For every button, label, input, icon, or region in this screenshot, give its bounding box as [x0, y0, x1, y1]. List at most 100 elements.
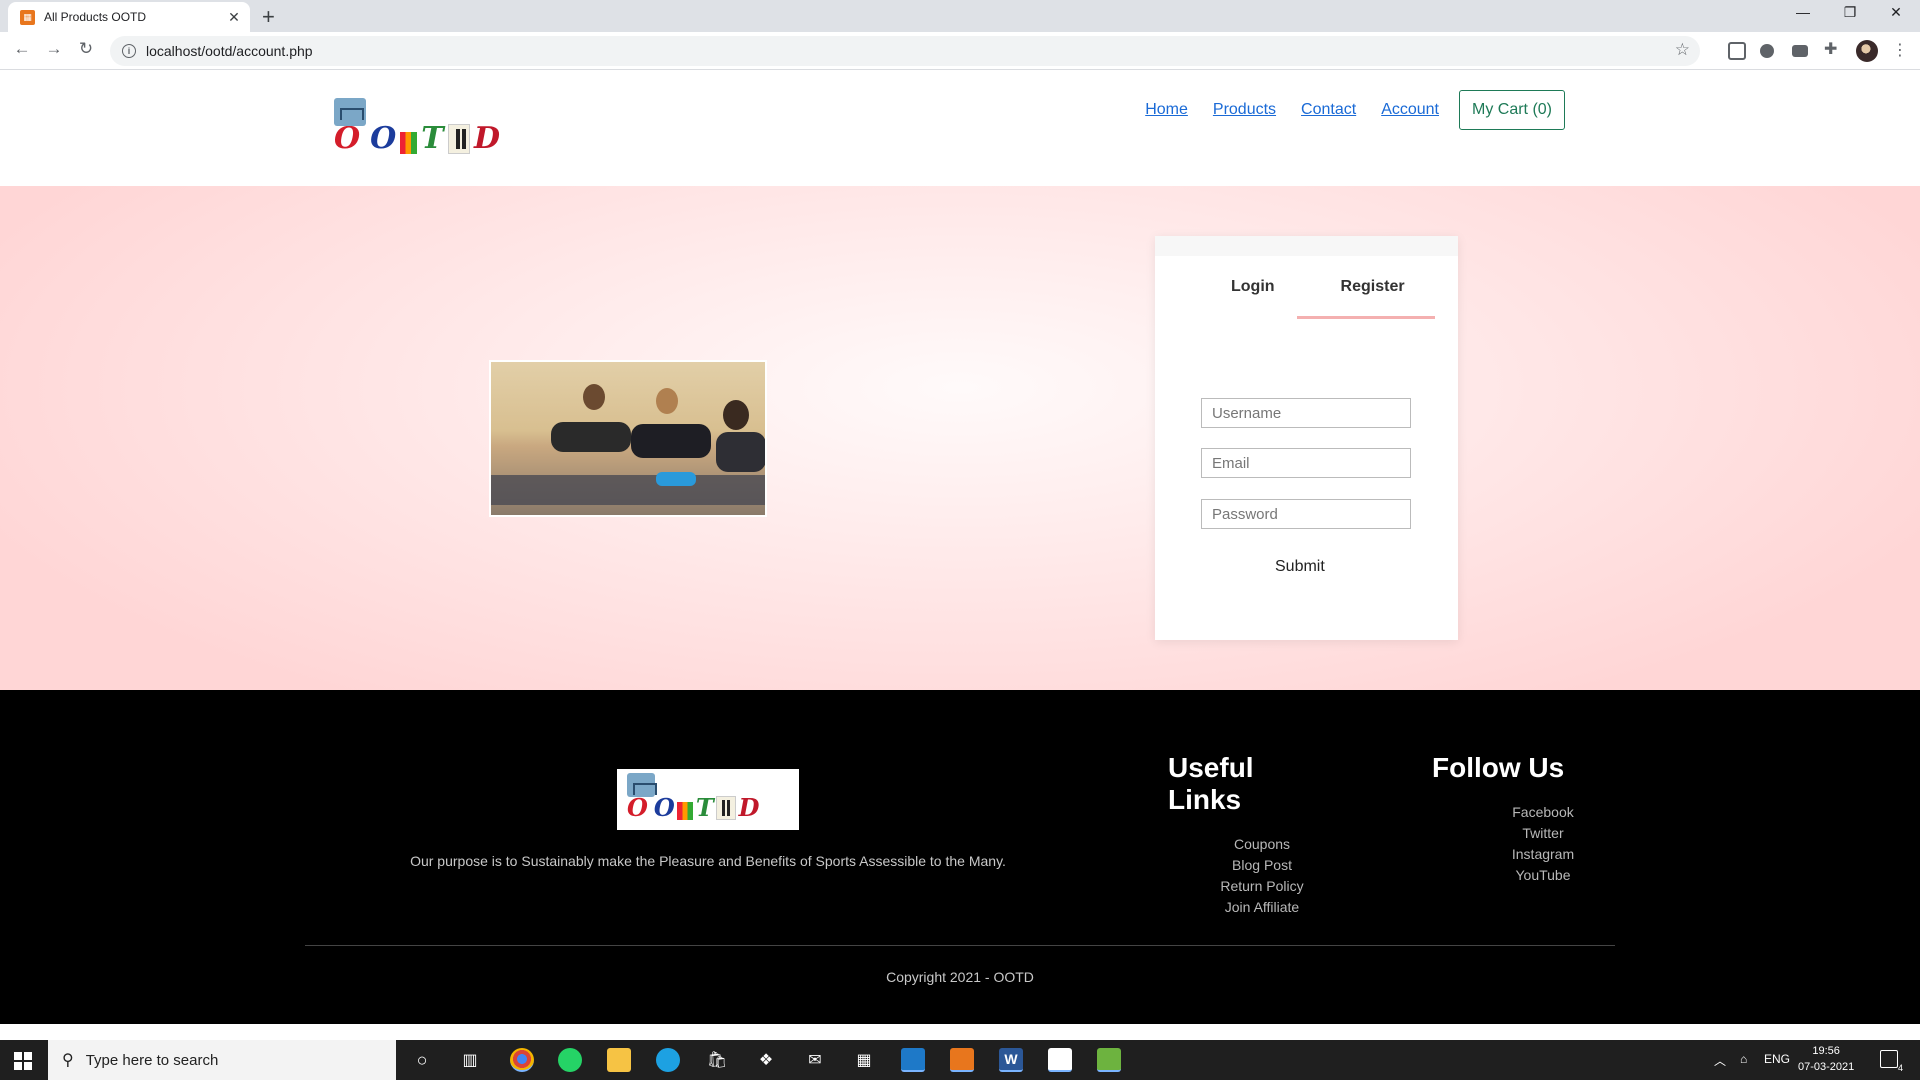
- address-bar[interactable]: i localhost/ootd/account.php ☆: [110, 36, 1700, 66]
- notepad-icon[interactable]: [1097, 1048, 1121, 1072]
- reload-button[interactable]: ↻: [74, 39, 98, 59]
- copyright-text: Copyright 2021 - OOTD: [886, 969, 1034, 985]
- extension-circle-icon[interactable]: [1760, 44, 1774, 58]
- xampp-icon[interactable]: [950, 1048, 974, 1072]
- my-cart-button[interactable]: My Cart (0): [1459, 90, 1565, 130]
- pants-icon: [715, 796, 736, 820]
- task-view-icon[interactable]: ▥: [458, 1048, 482, 1072]
- nav-account-link[interactable]: Account: [1381, 101, 1439, 119]
- clothes-icon: [676, 802, 693, 820]
- browser-menu-icon[interactable]: ⋮: [1892, 40, 1908, 60]
- hanger-icon: [334, 98, 366, 126]
- footer-logo[interactable]: O O T D: [617, 769, 799, 830]
- tab-close-icon[interactable]: ✕: [226, 9, 242, 26]
- follow-us-heading: Follow Us: [1432, 752, 1565, 783]
- form-card-header: [1155, 236, 1458, 256]
- nav-contact-link[interactable]: Contact: [1301, 101, 1356, 119]
- footer-link-coupons[interactable]: Coupons: [1196, 834, 1328, 855]
- footer-link-blog-post[interactable]: Blog Post: [1196, 855, 1328, 876]
- word-icon[interactable]: W: [999, 1048, 1023, 1072]
- logo-letter: D: [738, 793, 760, 822]
- tab-register[interactable]: Register: [1296, 278, 1435, 319]
- site-logo[interactable]: O O T D: [334, 98, 504, 154]
- extension-cube-icon[interactable]: [1728, 42, 1746, 60]
- account-section: Login Register Submit: [0, 186, 1920, 690]
- footer-link-return-policy[interactable]: Return Policy: [1196, 876, 1328, 897]
- mat-shape: [491, 475, 765, 505]
- logo-letter: O: [627, 793, 648, 822]
- dropbox-icon[interactable]: ❖: [754, 1048, 778, 1072]
- site-favicon-icon: ▦: [20, 9, 35, 25]
- maximize-button[interactable]: ❐: [1840, 4, 1860, 21]
- minimize-button[interactable]: —: [1793, 4, 1813, 20]
- footer-link-facebook[interactable]: Facebook: [1484, 802, 1602, 823]
- nav-home-link[interactable]: Home: [1145, 101, 1188, 119]
- browser-tab[interactable]: ▦ All Products OOTD ✕: [8, 2, 250, 32]
- language-indicator[interactable]: ENG: [1764, 1052, 1790, 1066]
- email-input[interactable]: [1201, 448, 1411, 478]
- fitness-class-image: [489, 360, 767, 517]
- clock-time: 19:56: [1812, 1045, 1840, 1057]
- profile-avatar[interactable]: [1856, 40, 1878, 62]
- extension-camera-icon[interactable]: [1792, 45, 1808, 57]
- username-input[interactable]: [1201, 398, 1411, 428]
- cortana-icon[interactable]: ○: [410, 1048, 434, 1072]
- site-header: O O T D Home Products Contact Account My…: [0, 70, 1920, 186]
- logo-letter: T: [695, 793, 714, 822]
- logo-letter: T: [421, 121, 444, 156]
- new-tab-button[interactable]: +: [262, 4, 275, 30]
- follow-us-column: Follow Us Facebook Twitter Instagram You…: [1432, 752, 1602, 886]
- notification-center-icon[interactable]: 4: [1880, 1050, 1903, 1073]
- footer-link-join-affiliate[interactable]: Join Affiliate: [1196, 897, 1328, 918]
- browser-tab-bar: ▦ All Products OOTD ✕ + — ❐ ✕: [0, 0, 1920, 32]
- footer-link-instagram[interactable]: Instagram: [1484, 844, 1602, 865]
- footer-purpose-text: Our purpose is to Sustainably make the P…: [410, 853, 1006, 869]
- edge-icon[interactable]: [656, 1048, 680, 1072]
- shoe-shape: [656, 472, 696, 486]
- taskbar-search-box[interactable]: ⚲ Type here to search: [48, 1040, 396, 1080]
- logo-letter: O: [334, 121, 361, 156]
- vscode-icon[interactable]: [901, 1048, 925, 1072]
- site-info-icon[interactable]: i: [122, 44, 136, 58]
- password-input[interactable]: [1201, 499, 1411, 529]
- whatsapp-icon[interactable]: [558, 1048, 582, 1072]
- tab-title: All Products OOTD: [44, 10, 147, 24]
- person-head-shape: [656, 388, 678, 414]
- footer-divider: [305, 945, 1615, 946]
- submit-button[interactable]: Submit: [1275, 558, 1325, 576]
- forward-button[interactable]: →: [42, 39, 66, 59]
- footer-link-twitter[interactable]: Twitter: [1484, 823, 1602, 844]
- tab-login[interactable]: Login: [1211, 278, 1297, 319]
- file-explorer-icon[interactable]: [607, 1048, 631, 1072]
- browser-toolbar: ← → ↻ i localhost/ootd/account.php ☆ ✚ ⋮: [0, 32, 1920, 70]
- photos-icon[interactable]: [1048, 1048, 1072, 1072]
- clothes-icon: [400, 132, 418, 154]
- person-head-shape: [583, 384, 605, 410]
- useful-links-heading: Useful Links: [1168, 752, 1254, 815]
- bookmark-star-icon[interactable]: ☆: [1675, 40, 1690, 60]
- register-form-card: Login Register Submit: [1155, 236, 1458, 640]
- page-bottom-gap: [0, 1024, 1920, 1040]
- useful-links-column: Useful Links Coupons Blog Post Return Po…: [1168, 752, 1328, 918]
- tray-chevron-icon[interactable]: ︿: [1714, 1052, 1726, 1069]
- close-window-button[interactable]: ✕: [1886, 4, 1906, 21]
- network-icon[interactable]: ⌂: [1740, 1052, 1747, 1066]
- pants-icon: [447, 124, 470, 154]
- clock-date: 07-03-2021: [1798, 1061, 1855, 1073]
- form-tabs: Login Register: [1211, 278, 1435, 319]
- windows-start-icon[interactable]: [14, 1052, 32, 1070]
- person-head-shape: [723, 400, 749, 430]
- store-icon[interactable]: 🛍: [705, 1048, 729, 1072]
- footer-link-youtube[interactable]: YouTube: [1484, 865, 1602, 886]
- person-body-shape: [716, 432, 765, 472]
- chrome-icon[interactable]: [510, 1048, 534, 1072]
- windows-taskbar: ⚲ Type here to search ○ ▥ 🛍 ❖ ✉ ▦ W ︿ ⌂ …: [0, 1040, 1920, 1080]
- nav-products-link[interactable]: Products: [1213, 101, 1276, 119]
- taskbar-clock[interactable]: 19:56 07-03-2021: [1798, 1043, 1854, 1075]
- person-body-shape: [551, 422, 631, 452]
- back-button[interactable]: ←: [10, 39, 34, 59]
- main-nav: Home Products Contact Account My Cart (0…: [1120, 90, 1565, 130]
- extensions-puzzle-icon[interactable]: ✚: [1824, 39, 1842, 58]
- calculator-icon[interactable]: ▦: [852, 1048, 876, 1072]
- mail-icon[interactable]: ✉: [803, 1048, 827, 1072]
